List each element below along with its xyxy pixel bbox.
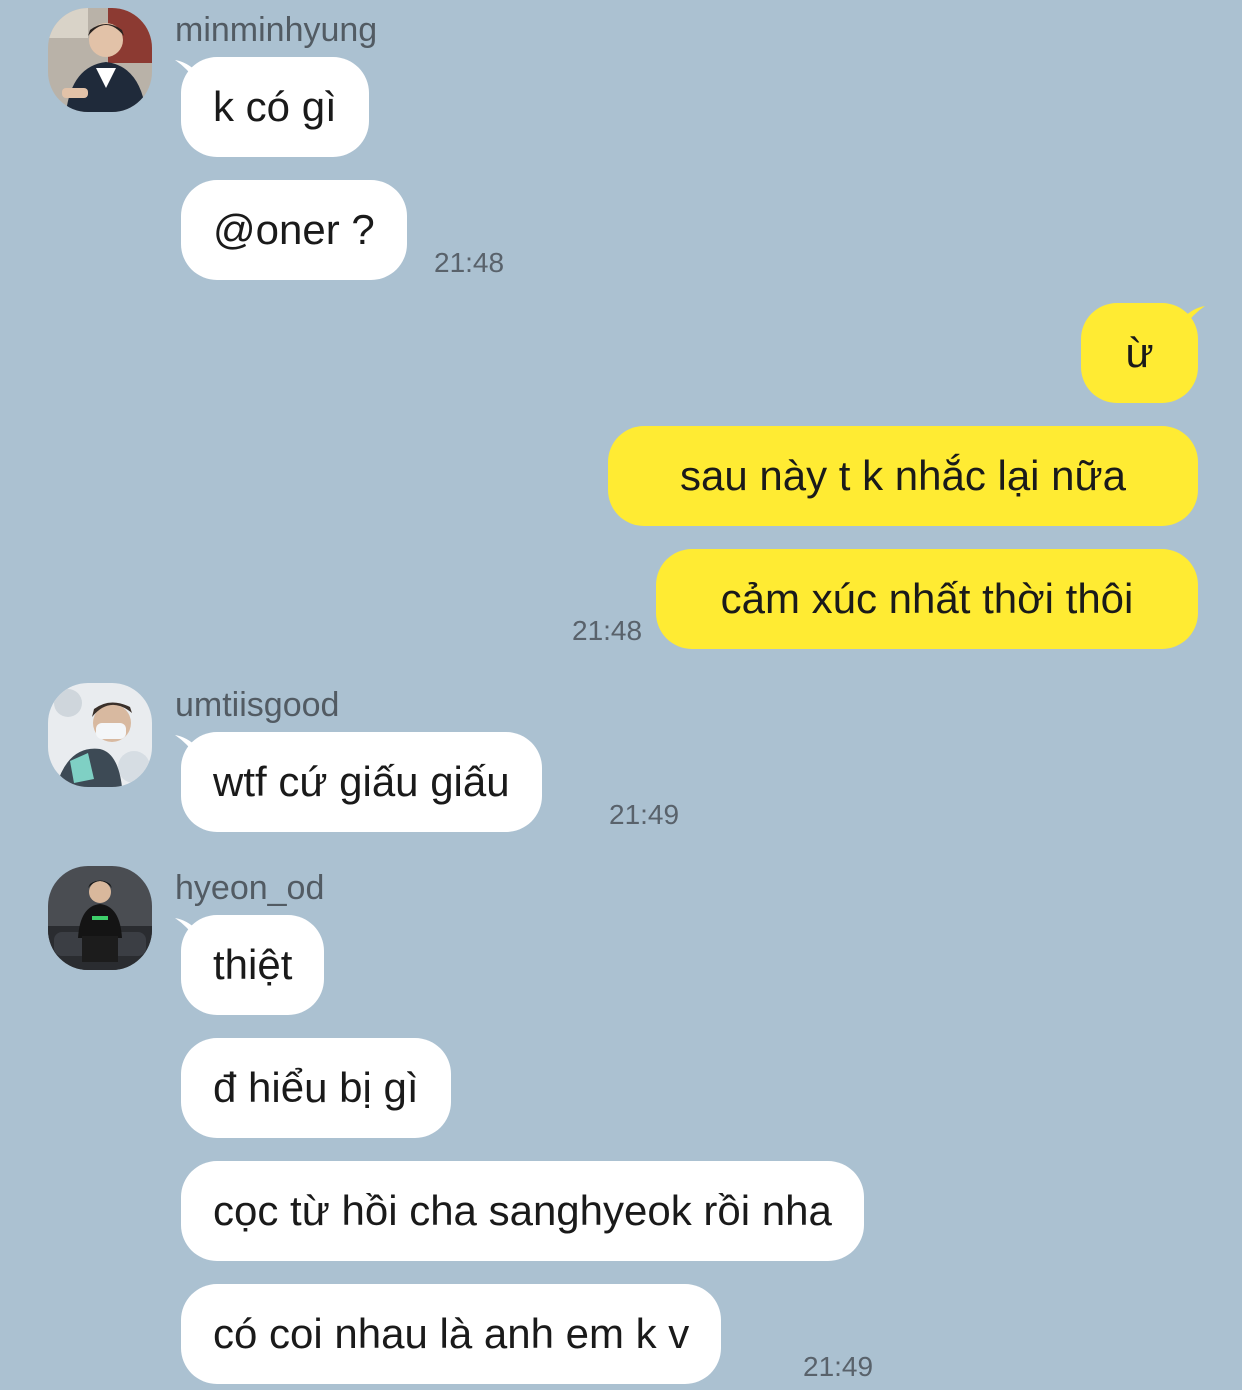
message-bubble[interactable]: thiệt — [181, 915, 325, 1015]
bubble-tail — [1183, 306, 1205, 328]
message-bubble[interactable]: @oner ? — [181, 180, 407, 280]
avatar-photo — [48, 866, 152, 970]
message-bubble[interactable]: đ hiểu bị gì — [181, 1038, 451, 1138]
sender-name: hyeon_od — [175, 869, 325, 907]
message-timestamp: 21:49 — [803, 1351, 874, 1382]
message-bubble-outgoing[interactable]: sau này t k nhắc lại nữa — [608, 426, 1198, 526]
avatar-hyeon-od[interactable] — [48, 866, 152, 970]
message-timestamp: 21:48 — [572, 615, 643, 646]
message-timestamp: 21:48 — [434, 247, 505, 278]
avatar-photo — [48, 683, 152, 787]
avatar-photo — [48, 8, 152, 112]
sender-name: minminhyung — [175, 11, 378, 49]
message-bubble[interactable]: cọc từ hồi cha sanghyeok rồi nha — [181, 1161, 864, 1261]
message-timestamp: 21:49 — [609, 799, 680, 830]
message-bubble-outgoing[interactable]: cảm xúc nhất thời thôi — [656, 549, 1198, 649]
avatar-umtiisgood[interactable] — [48, 683, 152, 787]
message-bubble[interactable]: wtf cứ giấu giấu — [181, 732, 542, 832]
message-bubble[interactable]: k có gì — [181, 57, 369, 157]
sender-name: umtiisgood — [175, 686, 340, 724]
avatar-minminhyung[interactable] — [48, 8, 152, 112]
message-bubble[interactable]: có coi nhau là anh em k v — [181, 1284, 722, 1384]
